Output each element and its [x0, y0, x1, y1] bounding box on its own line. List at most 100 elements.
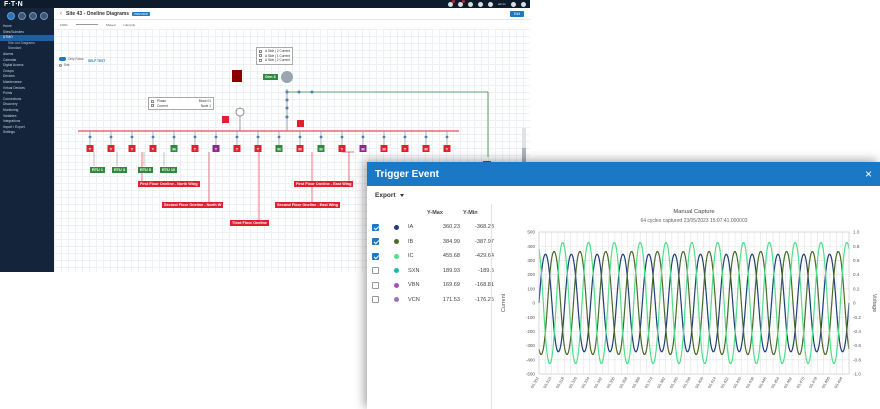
y-tick-label: 400 — [527, 244, 535, 249]
y2-tick-label: -0.6 — [853, 343, 861, 348]
alarm-icon[interactable] — [457, 0, 465, 7]
transformer-icon — [281, 71, 293, 83]
floor-oneline-link[interactable]: First Floor Oneline - East Wing — [294, 181, 354, 187]
only-rows-toggle[interactable] — [59, 57, 66, 61]
legend-row: Current — [157, 103, 168, 108]
node-dot — [277, 135, 281, 139]
generator-label[interactable]: Gen 3 — [263, 74, 278, 80]
rtu-label[interactable]: RTU 10 — [160, 167, 178, 173]
y-tick-label: -300 — [526, 343, 536, 348]
close-icon[interactable]: × — [865, 168, 872, 180]
series-y-max: 384.99 — [442, 238, 460, 245]
site-radio[interactable] — [59, 63, 62, 67]
compass-icon[interactable] — [28, 12, 37, 20]
node-dot — [256, 135, 260, 139]
series-row: VCN 171.53 -176.26 — [372, 295, 497, 305]
breaker-icon — [222, 116, 229, 123]
event-icon[interactable] — [487, 1, 493, 7]
node-dot — [361, 135, 365, 139]
y-tick-label: -400 — [526, 357, 536, 362]
node-dot — [297, 90, 301, 94]
x-tick-label: 05.358 — [618, 375, 629, 389]
x-tick-label: 05.406 — [694, 375, 705, 389]
node-dot — [319, 135, 323, 139]
phase-legend-box: Phase Block 01 Current Node 1 — [148, 97, 214, 111]
node-dot — [382, 135, 386, 139]
dialog-title: Trigger Event — [375, 168, 439, 180]
series-row: VBN 169.69 -168.81 — [372, 280, 497, 290]
y2-tick-label: 0.8 — [853, 244, 860, 249]
zoom-slider[interactable] — [75, 24, 98, 25]
rtu-label[interactable]: RTU 5 — [138, 167, 153, 173]
site-label: Site — [64, 63, 70, 67]
type-select[interactable]: Lifecycle — [123, 23, 135, 27]
x-tick-label: 05.350 — [605, 375, 616, 389]
sidebar: Home Sites/Subsites DTMO Site List Diagrams… — [0, 8, 54, 272]
task-icon[interactable] — [477, 1, 483, 7]
series-color-dot — [394, 297, 399, 302]
series-row: IA 360.23 -368.23 — [372, 222, 497, 232]
x-tick-label: 05.470 — [795, 375, 806, 389]
x-tick-label: 05.454 — [770, 375, 781, 389]
x-tick-label: 05.342 — [593, 375, 604, 389]
node-dot — [298, 135, 302, 139]
edit-button[interactable]: Edit — [509, 10, 524, 17]
series-color-dot — [394, 282, 399, 288]
settings-icon[interactable] — [39, 12, 48, 20]
y-axis-label: Current — [501, 293, 507, 312]
node-dot — [88, 135, 92, 139]
node-dot — [151, 135, 155, 139]
help-icon[interactable] — [521, 1, 526, 7]
y-tick-label: 200 — [527, 272, 535, 277]
divider — [491, 204, 492, 409]
map-icon[interactable] — [17, 12, 26, 20]
dialog-title-bar: Trigger Event × — [367, 162, 880, 186]
y2-tick-label: -0.2 — [853, 315, 861, 320]
chevron-down-icon — [399, 194, 404, 197]
back-icon[interactable]: ‹ — [60, 11, 62, 17]
chart-subtitle: 64 cycles captured 23/05/2023 15:07:41.0… — [640, 218, 747, 224]
floor-oneline-link[interactable]: Second Floor Oneline - North W — [162, 202, 224, 208]
x-tick-label: 05.446 — [757, 375, 768, 389]
series-row: IB 384.99 -387.97 — [372, 237, 497, 247]
notification-icon[interactable] — [447, 0, 455, 7]
floor-oneline-link[interactable]: Second Floor Oneline - East Wing — [275, 202, 340, 208]
zoom-select[interactable]: 100% — [60, 23, 68, 27]
home-icon[interactable] — [6, 12, 15, 20]
rtu-label[interactable]: RTU 3 — [112, 167, 127, 173]
preview-badge: PREVIEW — [132, 11, 150, 16]
search-icon[interactable] — [511, 1, 516, 7]
sidebar-item[interactable]: Settings — [0, 130, 54, 136]
series-color-dot — [394, 224, 399, 230]
node-dot — [172, 135, 176, 139]
node-dot — [340, 135, 344, 139]
y2-tick-label: 0 — [853, 301, 856, 306]
node-dot — [214, 135, 218, 139]
series-checkbox[interactable] — [372, 267, 379, 274]
y-tick-label: 0 — [532, 301, 535, 306]
message-icon[interactable] — [467, 1, 473, 7]
x-tick-label: 05.414 — [707, 375, 718, 389]
floor-oneline-link[interactable]: First Floor Oneline - North Wing — [138, 181, 200, 187]
chart-title: Manual Capture — [673, 209, 714, 215]
x-tick-label: 05.310 — [542, 375, 553, 389]
diagram-toolbar: 100% Shared Lifecycle — [54, 20, 530, 29]
node-dot — [235, 135, 239, 139]
series-checkbox[interactable] — [372, 281, 379, 289]
series-y-max: 455.68 — [442, 253, 460, 259]
y2-tick-label: -0.4 — [853, 329, 861, 334]
rtu-label[interactable]: RTU 1 — [90, 167, 105, 173]
mode-select[interactable]: Shared — [106, 23, 116, 27]
series-checkbox[interactable] — [372, 296, 379, 303]
series-checkbox[interactable] — [372, 238, 379, 245]
series-color-dot — [394, 268, 399, 273]
export-label: Export — [375, 192, 396, 199]
legend-value: Node 1 — [200, 103, 211, 108]
series-checkbox[interactable] — [372, 252, 379, 260]
series-checkbox[interactable] — [372, 223, 379, 231]
user-name[interactable]: admin — [498, 2, 506, 6]
node-dot — [424, 135, 428, 139]
export-menu[interactable]: Export — [375, 192, 404, 199]
floor-oneline-link[interactable]: Third Floor Oneline — [230, 220, 270, 226]
self-test-link[interactable]: SELF TEST — [88, 59, 105, 63]
